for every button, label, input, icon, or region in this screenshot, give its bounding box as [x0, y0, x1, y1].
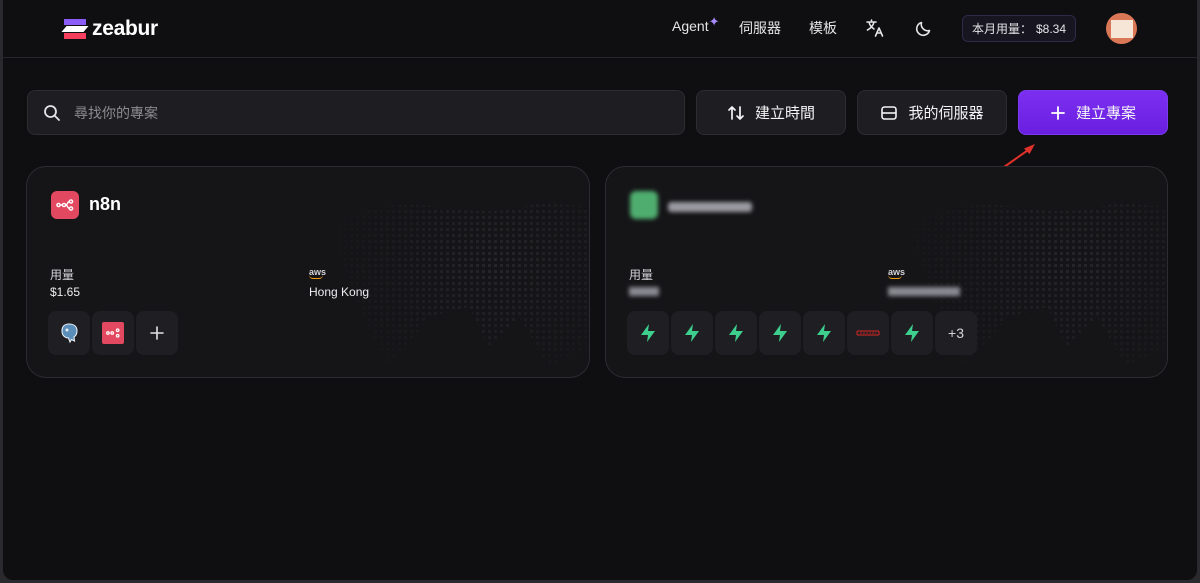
supabase-icon[interactable]: [759, 311, 801, 355]
service-list: [48, 311, 178, 355]
region-redacted: [888, 287, 960, 296]
nav-servers[interactable]: 伺服器: [739, 18, 781, 38]
world-map-dots: [329, 202, 589, 367]
supabase-icon[interactable]: [627, 311, 669, 355]
top-navigation-bar: zeabur Agent✦ 伺服器 模板 本月用量： $8.34: [3, 0, 1197, 58]
usage-label: 本月用量：: [971, 22, 1032, 36]
server-icon: [881, 105, 898, 120]
zeabur-logo[interactable]: zeabur: [61, 17, 158, 41]
n8n-icon: [51, 191, 79, 219]
aws-icon: aws: [309, 267, 327, 279]
avatar[interactable]: [1106, 13, 1137, 44]
create-project-button[interactable]: 建立專案: [1018, 90, 1168, 135]
region-label: Hong Kong: [309, 285, 370, 299]
my-servers-button[interactable]: 我的伺服器: [857, 90, 1007, 135]
sort-by-created-button[interactable]: 建立時間: [696, 90, 846, 135]
usage-label: 用量: [50, 268, 75, 282]
project-search-bar[interactable]: [27, 90, 685, 135]
search-icon: [44, 104, 60, 121]
app-window: zeabur Agent✦ 伺服器 模板 本月用量： $8.34 尋找你的專案 …: [3, 0, 1197, 580]
my-servers-label: 我的伺服器: [908, 105, 984, 122]
supabase-icon[interactable]: [803, 311, 845, 355]
supabase-icon[interactable]: [891, 311, 933, 355]
project-card[interactable]: n8n 用量 $1.65 aws Hong Kong: [26, 166, 590, 378]
project-card[interactable]: 用量 aws +3: [605, 166, 1168, 378]
usage-value: $8.34: [1035, 21, 1067, 36]
usage-value: $1.65: [50, 285, 81, 299]
search-input[interactable]: [74, 104, 634, 121]
nav-templates[interactable]: 模板: [809, 18, 837, 38]
project-name-redacted: [668, 202, 752, 212]
sort-icon: [728, 105, 744, 120]
supabase-icon[interactable]: [671, 311, 713, 355]
more-services-count[interactable]: +3: [935, 311, 977, 355]
service-list: +3: [627, 311, 977, 355]
logo-text: zeabur: [92, 17, 158, 40]
sort-button-label: 建立時間: [754, 105, 815, 122]
add-service-button[interactable]: [136, 311, 178, 355]
monthly-usage-badge[interactable]: 本月用量： $8.34: [962, 15, 1076, 42]
plus-icon: [1051, 105, 1065, 120]
usage-label: 用量: [629, 268, 654, 282]
postgresql-icon[interactable]: [48, 311, 90, 355]
n8n-icon[interactable]: [92, 311, 134, 355]
translate-icon[interactable]: [865, 18, 885, 38]
supabase-icon[interactable]: [715, 311, 757, 355]
project-name: n8n: [89, 194, 122, 214]
nav-agent-label: Agent: [672, 18, 709, 34]
add-icon: [150, 326, 164, 340]
zeabur-logo-icon: [61, 19, 89, 39]
create-project-label: 建立專案: [1075, 105, 1136, 122]
avatar-image: [1110, 19, 1133, 38]
redis-icon[interactable]: [847, 311, 889, 355]
usage-value-redacted: [629, 287, 659, 296]
sparkle-icon: ✦: [708, 14, 720, 29]
aws-icon: aws: [888, 267, 906, 279]
project-icon: [630, 191, 658, 219]
nav-agent[interactable]: Agent✦: [672, 14, 720, 35]
moon-icon[interactable]: [914, 18, 934, 38]
